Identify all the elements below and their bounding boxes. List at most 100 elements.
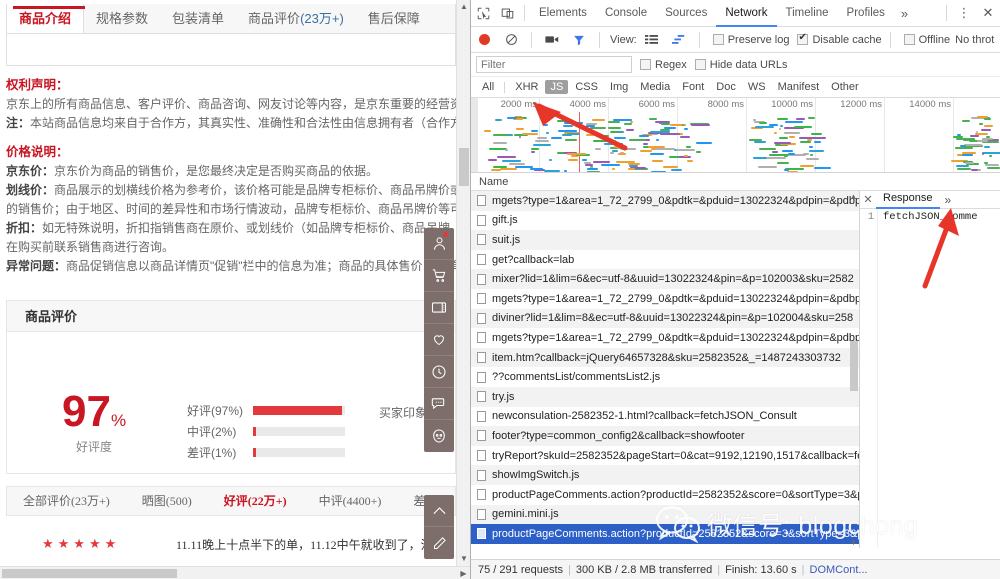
request-row[interactable]: gift.js <box>471 211 859 231</box>
request-name: get?callback=lab <box>492 254 574 266</box>
inspect-element-icon[interactable] <box>471 1 495 25</box>
filter-input[interactable] <box>476 56 632 73</box>
request-row[interactable]: mgets?type=1&area=1_72_2799_0&pdtk=&pdui… <box>471 289 859 309</box>
request-name: mgets?type=1&area=1_72_2799_0&pdtk=&pdui… <box>492 195 859 207</box>
tab-profiles[interactable]: Profiles <box>838 0 894 27</box>
list-scroll-down-arrow[interactable]: ▼ <box>848 537 859 548</box>
scroll-right-arrow[interactable]: ▶ <box>457 567 470 579</box>
type-filter-xhr[interactable]: XHR <box>510 80 543 94</box>
request-row[interactable]: ??commentsList/commentsList2.js <box>471 367 859 387</box>
clear-icon[interactable] <box>499 28 523 52</box>
request-row[interactable]: mgets?type=1&area=1_72_2799_0&pdtk=&pdui… <box>471 328 859 348</box>
review-filter-good[interactable]: 好评(22万+) <box>208 487 303 516</box>
network-timeline-overview[interactable]: 2000 ms 4000 ms 6000 ms 8000 ms 10000 ms… <box>471 98 1000 173</box>
offline-checkbox[interactable]: Offline <box>904 34 951 46</box>
close-response-pane-icon[interactable]: ✕ <box>860 193 876 206</box>
list-view-icon[interactable] <box>640 28 664 52</box>
history-icon[interactable] <box>424 356 454 388</box>
overview-request-bar <box>613 119 633 121</box>
throttling-select[interactable]: No throt <box>955 34 994 46</box>
coupon-icon[interactable] <box>424 292 454 324</box>
type-filter-ws[interactable]: WS <box>743 80 771 94</box>
chat-icon[interactable] <box>424 388 454 420</box>
overview-request-bar <box>970 135 978 137</box>
filter-funnel-icon[interactable] <box>567 28 591 52</box>
response-code-text: fetchJSON_comme <box>878 209 978 548</box>
request-row[interactable]: tryReport?skuId=2582352&pageStart=0&cat=… <box>471 446 859 466</box>
list-scroll-up-arrow[interactable]: ▲ <box>848 191 859 202</box>
review-filter-all[interactable]: 全部评价(23万+) <box>7 487 126 516</box>
type-filter-media[interactable]: Media <box>635 80 675 94</box>
review-filter-neutral[interactable]: 中评(4400+) <box>303 487 398 516</box>
response-more-tabs-icon[interactable]: » <box>940 193 957 207</box>
tab-timeline[interactable]: Timeline <box>777 0 838 27</box>
scroll-up-arrow[interactable]: ▲ <box>457 0 470 14</box>
tab-package-list[interactable]: 包装清单 <box>160 4 236 33</box>
overview-request-bar <box>500 168 517 170</box>
face-icon[interactable] <box>424 420 454 452</box>
overview-request-bar <box>982 153 985 155</box>
review-filter-photos[interactable]: 晒图(500) <box>126 487 208 516</box>
device-toolbar-icon[interactable] <box>495 1 519 25</box>
disable-cache-checkbox[interactable]: Disable cache <box>797 34 881 46</box>
request-row[interactable]: try.js <box>471 387 859 407</box>
regex-checkbox[interactable]: Regex <box>640 59 687 71</box>
type-filter-js[interactable]: JS <box>545 80 568 94</box>
tab-console[interactable]: Console <box>596 0 656 27</box>
capture-screenshots-icon[interactable] <box>540 28 564 52</box>
request-row[interactable]: suit.js <box>471 230 859 250</box>
heart-icon[interactable] <box>424 324 454 356</box>
close-devtools-icon[interactable]: ✕ <box>976 1 1000 25</box>
request-row[interactable]: footer?type=common_config2&callback=show… <box>471 426 859 446</box>
devtools-menu-icon[interactable]: ⋮ <box>952 1 976 25</box>
more-tabs-icon[interactable]: » <box>894 6 915 21</box>
preserve-log-checkbox[interactable]: Preserve log <box>713 34 790 46</box>
page-vertical-scrollbar[interactable]: ▲ ▼ <box>456 0 470 566</box>
toolbar-divider <box>531 32 532 48</box>
overview-request-bar <box>563 125 573 127</box>
tab-elements[interactable]: Elements <box>530 0 596 27</box>
type-filter-other[interactable]: Other <box>826 80 864 94</box>
record-button[interactable] <box>479 34 490 45</box>
pencil-icon[interactable] <box>424 527 454 559</box>
request-row[interactable]: productPageComments.action?productId=258… <box>471 485 859 505</box>
request-row[interactable]: mixer?lid=1&lim=6&ec=utf-8&uuid=13022324… <box>471 269 859 289</box>
request-row[interactable]: diviner?lid=1&lim=8&ec=utf-8&uuid=130223… <box>471 309 859 329</box>
person-icon[interactable] <box>424 228 454 260</box>
type-filter-css[interactable]: CSS <box>570 80 603 94</box>
request-list-scrollbar[interactable]: ▲ ▼ <box>848 191 859 548</box>
tab-sources[interactable]: Sources <box>656 0 716 27</box>
page-horizontal-scrollbar[interactable]: ◀ ▶ <box>0 566 470 579</box>
overview-request-bar <box>814 141 821 143</box>
tab-response[interactable]: Response <box>876 190 940 209</box>
page-hscroll-thumb[interactable] <box>2 569 177 578</box>
request-row[interactable]: mgets?type=1&area=1_72_2799_0&pdtk=&pdui… <box>471 191 859 211</box>
tab-after-sales[interactable]: 售后保障 <box>356 4 432 33</box>
status-domcontentloaded[interactable]: DOMCont... <box>810 564 868 576</box>
request-row[interactable]: gemini.mini.js <box>471 505 859 525</box>
request-row[interactable]: newconsulation-2582352-1.html?callback=f… <box>471 407 859 427</box>
request-row[interactable]: item.htm?callback=jQuery64657328&sku=258… <box>471 348 859 368</box>
request-row[interactable]: showImgSwitch.js <box>471 465 859 485</box>
overview-request-bar <box>799 137 808 139</box>
list-scroll-thumb[interactable] <box>850 341 858 391</box>
review-section-title: 商品评价 <box>6 300 456 332</box>
overview-tick-label: 10000 ms <box>771 99 813 110</box>
cart-icon[interactable] <box>424 260 454 292</box>
type-filter-doc[interactable]: Doc <box>711 80 741 94</box>
waterfall-view-icon[interactable] <box>667 28 691 52</box>
hide-data-urls-checkbox[interactable]: Hide data URLs <box>695 59 788 71</box>
request-row[interactable]: get?callback=lab <box>471 250 859 270</box>
tab-product-reviews[interactable]: 商品评价(23万+) <box>236 4 356 33</box>
type-filter-img[interactable]: Img <box>605 80 633 94</box>
type-filter-manifest[interactable]: Manifest <box>773 80 825 94</box>
request-row[interactable]: productPageComments.action?productId=258… <box>471 524 859 544</box>
tab-network[interactable]: Network <box>716 0 776 27</box>
type-filter-font[interactable]: Font <box>677 80 709 94</box>
page-vscroll-thumb[interactable] <box>459 148 469 186</box>
tab-spec-params[interactable]: 规格参数 <box>84 4 160 33</box>
overview-left-handle[interactable] <box>471 98 478 173</box>
scroll-down-arrow[interactable]: ▼ <box>457 552 470 566</box>
type-filter-all[interactable]: All <box>477 80 499 94</box>
chevron-up-icon[interactable] <box>424 495 454 527</box>
